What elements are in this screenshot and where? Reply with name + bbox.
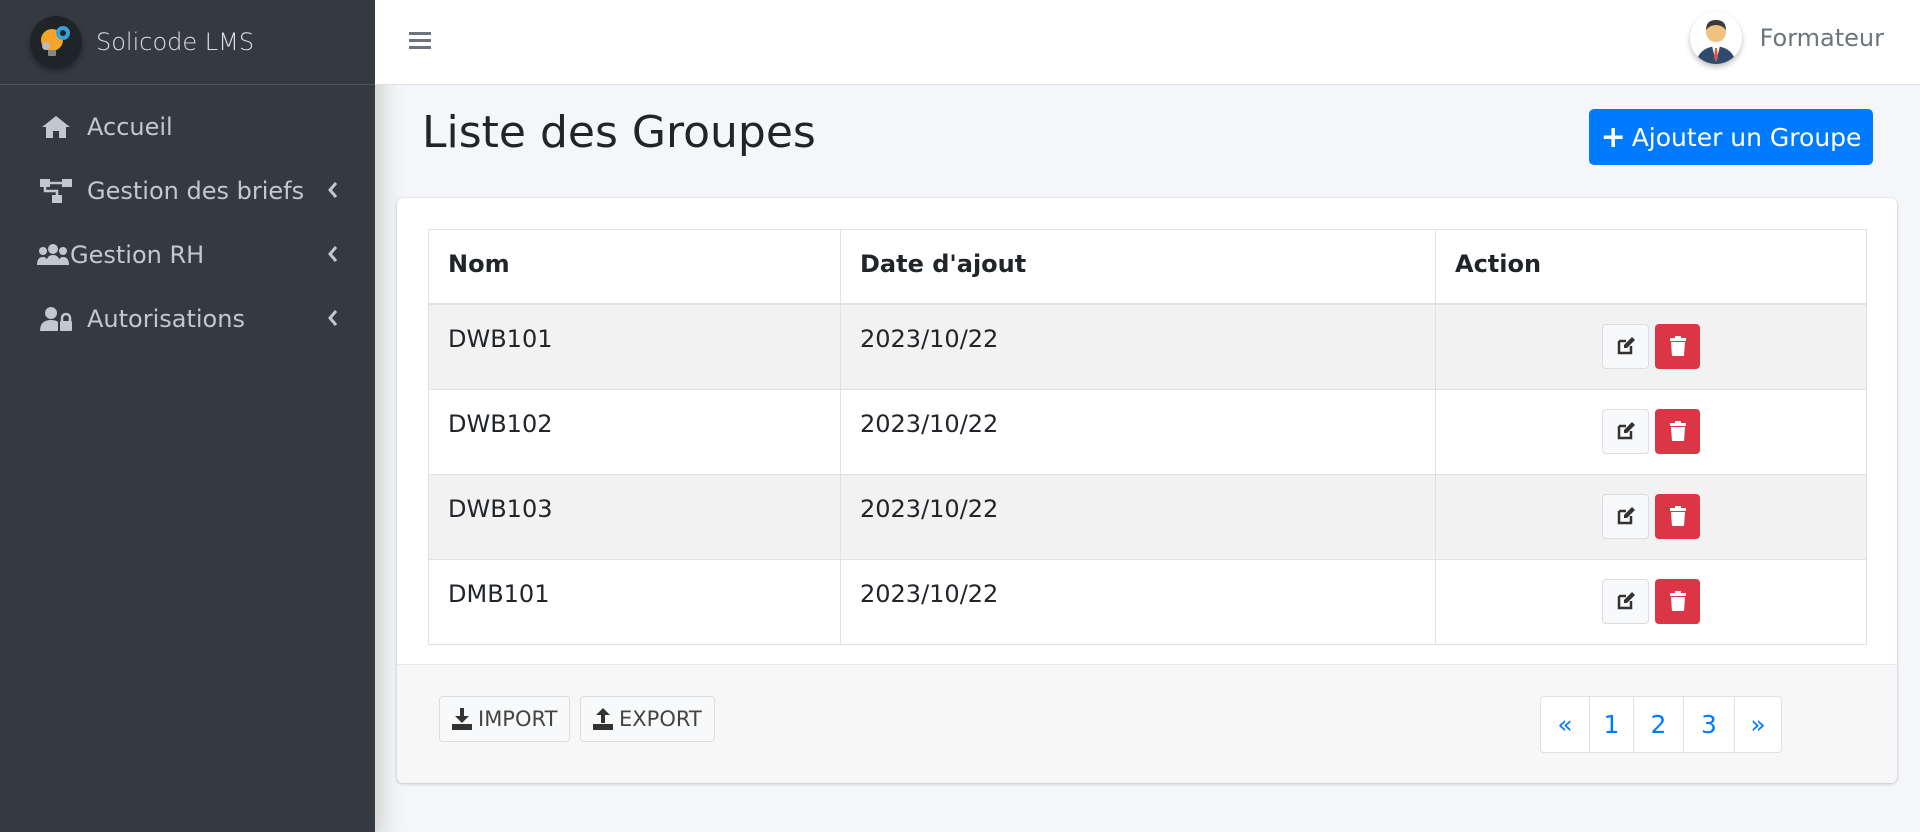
chevron-left-icon (328, 246, 338, 262)
sidebar-item-label: Gestion RH (70, 241, 205, 269)
download-icon (452, 708, 472, 730)
add-group-label: Ajouter un Groupe (1631, 122, 1862, 152)
edit-button[interactable] (1602, 323, 1649, 369)
edit-button[interactable] (1602, 493, 1649, 539)
edit-button[interactable] (1602, 408, 1649, 454)
user-menu[interactable]: Formateur (1689, 12, 1884, 64)
export-label: EXPORT (619, 707, 702, 731)
edit-icon (1617, 507, 1635, 525)
brand-logo-icon (30, 16, 82, 68)
sidebar-item-accueil[interactable]: Accueil (0, 95, 375, 159)
table-row: DMB101 2023/10/22 (428, 558, 1867, 645)
cell-action (1435, 303, 1867, 390)
pagination-next[interactable]: » (1734, 697, 1781, 752)
delete-button[interactable] (1655, 408, 1700, 454)
cell-action (1435, 388, 1867, 475)
chevron-left-icon (328, 182, 338, 198)
cell-nom: DWB102 (428, 388, 841, 475)
plus-icon: + (1600, 119, 1626, 155)
table-row: DWB103 2023/10/22 (428, 473, 1867, 560)
table-header-row: Nom Date d'ajout Action (428, 229, 1867, 305)
delete-button[interactable] (1655, 323, 1700, 369)
brand-name: Solicode LMS (96, 28, 255, 56)
sidebar-item-gestion-rh[interactable]: Gestion RH (0, 223, 375, 287)
cell-date: 2023/10/22 (840, 388, 1436, 475)
sitemap-icon (40, 176, 74, 206)
upload-icon (593, 708, 613, 730)
sidebar-item-label: Autorisations (87, 305, 245, 333)
sidebar-item-autorisations[interactable]: Autorisations (0, 287, 375, 351)
edit-button[interactable] (1602, 578, 1649, 624)
pagination-page-3[interactable]: 3 (1683, 697, 1734, 752)
content-header: Liste des Groupes + Ajouter un Groupe (375, 85, 1920, 195)
hamburger-menu-icon[interactable] (409, 30, 433, 56)
home-icon (40, 112, 74, 142)
cell-date: 2023/10/22 (840, 473, 1436, 560)
brand-link[interactable]: Solicode LMS (0, 0, 375, 85)
cell-nom: DWB103 (428, 473, 841, 560)
sidebar-nav: Accueil Gestion des briefs Gestion RH Au… (0, 85, 375, 351)
trash-icon (1669, 421, 1686, 441)
user-name: Formateur (1759, 24, 1884, 52)
cell-action (1435, 558, 1867, 645)
sidebar-item-gestion-briefs[interactable]: Gestion des briefs (0, 159, 375, 223)
groups-table: Nom Date d'ajout Action DWB101 2023/10/2… (428, 229, 1867, 645)
import-button[interactable]: IMPORT (439, 696, 571, 742)
pagination-page-2[interactable]: 2 (1633, 697, 1683, 752)
edit-icon (1617, 592, 1635, 610)
cell-nom: DWB101 (428, 303, 841, 390)
column-header-action: Action (1435, 229, 1867, 305)
edit-icon (1617, 422, 1635, 440)
trash-icon (1669, 591, 1686, 611)
table-row: DWB101 2023/10/22 (428, 303, 1867, 390)
pagination-prev[interactable]: « (1541, 697, 1589, 752)
chevron-left-icon (328, 310, 338, 326)
cell-action (1435, 473, 1867, 560)
delete-button[interactable] (1655, 493, 1700, 539)
top-navbar: Formateur (375, 0, 1920, 85)
users-icon (36, 240, 70, 270)
sidebar: Solicode LMS Accueil Gestion des briefs … (0, 0, 375, 832)
add-group-button[interactable]: + Ajouter un Groupe (1589, 109, 1873, 165)
import-label: IMPORT (478, 707, 558, 731)
pagination-page-1[interactable]: 1 (1589, 697, 1633, 752)
column-header-date: Date d'ajout (840, 229, 1436, 305)
cell-date: 2023/10/22 (840, 303, 1436, 390)
pagination: « 1 2 3 » (1540, 696, 1782, 753)
user-lock-icon (40, 304, 74, 334)
sidebar-item-label: Gestion des briefs (87, 177, 305, 205)
cell-nom: DMB101 (428, 558, 841, 645)
edit-icon (1617, 337, 1635, 355)
table-row: DWB102 2023/10/22 (428, 388, 1867, 475)
groups-card: Nom Date d'ajout Action DWB101 2023/10/2… (397, 198, 1897, 783)
trash-icon (1669, 336, 1686, 356)
export-button[interactable]: EXPORT (580, 696, 715, 742)
page-title: Liste des Groupes (422, 107, 816, 158)
cell-date: 2023/10/22 (840, 558, 1436, 645)
card-footer: IMPORT EXPORT « 1 2 3 » (397, 664, 1897, 783)
avatar (1689, 12, 1742, 64)
trash-icon (1669, 506, 1686, 526)
delete-button[interactable] (1655, 578, 1700, 624)
sidebar-item-label: Accueil (87, 113, 173, 141)
column-header-nom: Nom (428, 229, 841, 305)
